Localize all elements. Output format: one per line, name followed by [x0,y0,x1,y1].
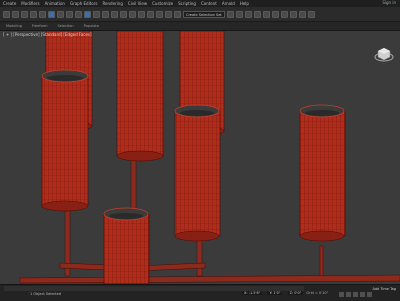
add-time-tag[interactable]: Add Time Tag [373,287,397,291]
ribbon-tabs: Modeling Freeform Selection Populate [0,22,400,31]
cylinder-bottom-center [103,207,150,285]
status-bar: 1 Object Selected X: -1.5'6" Y: 1'0" Z: … [0,284,400,301]
scale-icon[interactable] [102,10,109,18]
prev-frame-icon[interactable] [346,292,351,297]
scene-canvas [19,30,400,285]
base-bar [19,274,400,284]
select-by-name-icon[interactable] [57,10,64,18]
move-icon[interactable] [84,10,91,18]
edit-named-sets-icon[interactable] [174,10,181,18]
rotate-icon[interactable] [93,10,100,18]
menu-modifiers[interactable]: Modifiers [21,1,39,6]
menu-help[interactable]: Help [240,1,249,6]
keyboard-shortcut-icon[interactable] [129,10,136,18]
undo-icon[interactable] [3,10,10,18]
x-coordinate[interactable]: X: -1.5'6" [242,291,263,295]
menu-civil-view[interactable]: Civil View [128,1,147,6]
menu-content[interactable]: Content [201,1,217,6]
ribbon-tab-populate[interactable]: Populate [84,24,99,28]
viewport-label[interactable]: [ + ] [Perspective] [Standard] [Edged Fa… [3,32,92,37]
scene-explorer-icon[interactable] [253,10,261,18]
menu-scripting[interactable]: Scripting [178,1,196,6]
render-production-icon[interactable] [307,10,315,18]
sign-in-link[interactable]: Sign in [382,0,396,5]
ribbon-tab-modeling[interactable]: Modeling [6,24,22,28]
ribbon-tab-selection[interactable]: Selection [58,24,74,28]
cylinder-right [299,104,346,242]
menu-create[interactable]: Create [3,1,16,6]
rendered-frame-icon[interactable] [298,10,306,18]
snaps-icon[interactable] [138,10,145,18]
redo-icon[interactable] [12,10,19,18]
menu-customize[interactable]: Customize [152,1,173,6]
layers-icon[interactable] [244,10,252,18]
render-setup-icon[interactable] [289,10,297,18]
select-object-icon[interactable] [48,10,55,18]
playback-controls [339,292,372,297]
bind-icon[interactable] [39,10,46,18]
cylinder-front-left [41,69,89,212]
cylinder-front-center [174,104,221,242]
window-crossing-icon[interactable] [75,10,82,18]
place-icon[interactable] [111,10,118,18]
link-icon[interactable] [21,10,28,18]
z-coordinate[interactable]: Z: 0'0" [287,291,304,295]
menu-animation[interactable]: Animation [45,1,65,6]
angle-snap-icon[interactable] [147,10,154,18]
selection-set-dropdown[interactable]: Create Selection Set [183,10,225,18]
align-icon[interactable] [235,10,243,18]
unlink-icon[interactable] [30,10,37,18]
curve-editor-icon[interactable] [262,10,270,18]
selection-status: 1 Object Selected [30,292,62,296]
menu-graph-editors[interactable]: Graph Editors [70,1,97,6]
cylinder-back-center [116,30,164,162]
viewcube-icon[interactable] [374,45,394,65]
perspective-viewport[interactable]: [ + ] [Perspective] [Standard] [Edged Fa… [0,30,400,285]
percent-snap-icon[interactable] [156,10,163,18]
y-coordinate[interactable]: Y: 1'0" [267,291,283,295]
main-toolbar: Create Selection Set [0,7,400,22]
menu-arnold[interactable]: Arnold [222,1,235,6]
grid-size: Grid = 0'10" [306,291,329,295]
goto-start-icon[interactable] [339,292,344,297]
mirror-icon[interactable] [226,10,234,18]
spinner-snap-icon[interactable] [165,10,172,18]
ribbon-tab-freeform[interactable]: Freeform [32,24,48,28]
goto-end-icon[interactable] [367,292,372,297]
pivot-icon[interactable] [120,10,127,18]
play-icon[interactable] [353,292,358,297]
menu-bar: Create Modifiers Animation Graph Editors… [0,0,400,7]
menu-rendering[interactable]: Rendering [102,1,122,6]
coordinate-readout: X: -1.5'6" Y: 1'0" Z: 0'0" Grid = 0'10" [240,291,328,295]
material-editor-icon[interactable] [280,10,288,18]
rect-selection-icon[interactable] [66,10,73,18]
next-frame-icon[interactable] [360,292,365,297]
schematic-view-icon[interactable] [271,10,279,18]
